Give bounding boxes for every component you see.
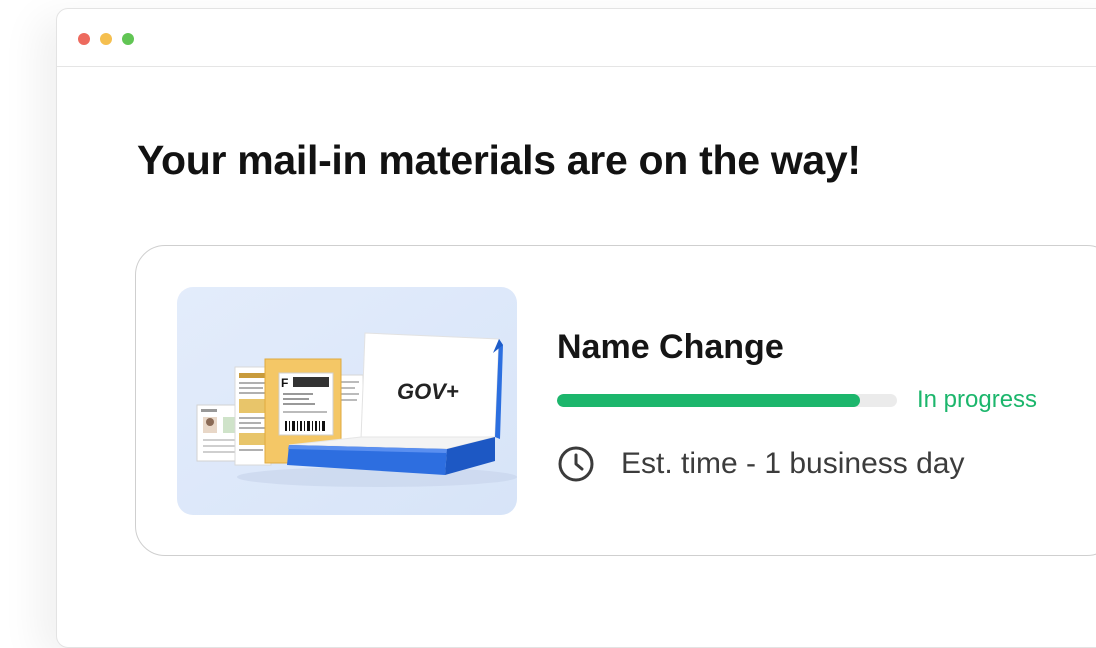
window-titlebar	[57, 9, 1096, 67]
window-maximize-button[interactable]	[122, 33, 134, 45]
window-minimize-button[interactable]	[100, 33, 112, 45]
order-status-card: F GOV+ Name Change In progress Est. time…	[135, 245, 1096, 556]
progress-bar	[557, 394, 897, 407]
browser-window: Your mail-in materials are on the way! F…	[56, 8, 1096, 648]
status-label: In progress	[917, 386, 1038, 413]
box-lid: GOV+	[360, 332, 503, 440]
window-close-button[interactable]	[78, 33, 90, 45]
mail-package-illustration: F GOV+	[177, 287, 517, 515]
clock-icon	[558, 446, 594, 482]
progress-bar-fill	[557, 394, 860, 407]
estimated-time-text: Est. time - 1 business day	[621, 447, 965, 480]
page-heading: Your mail-in materials are on the way!	[137, 137, 861, 183]
form-letter-label: F	[281, 376, 288, 390]
service-title: Name Change	[557, 328, 784, 366]
estimated-time: Est. time - 1 business day	[557, 444, 964, 484]
box-brand-label: GOV+	[397, 379, 459, 404]
